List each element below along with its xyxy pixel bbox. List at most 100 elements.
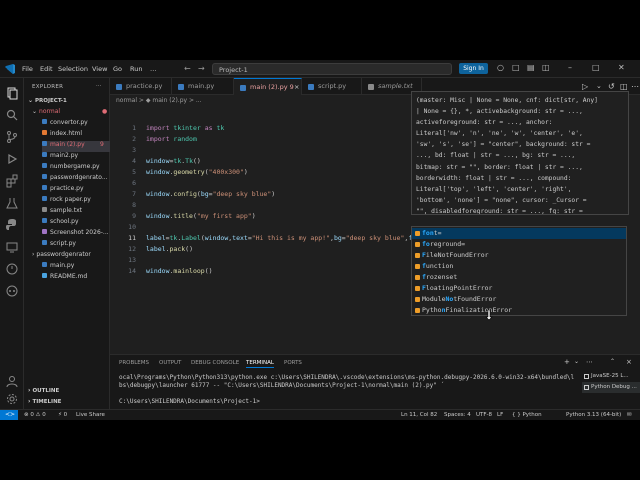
maximize-panel-icon[interactable]: ⌃ [610, 358, 615, 365]
panel-toggle-icon[interactable]: ▤ [527, 63, 535, 72]
file-numbergame[interactable]: numbergame.py [42, 163, 100, 174]
timer-icon[interactable] [5, 262, 19, 276]
problems-status[interactable]: ⊗ 0 ⚠ 0 [24, 412, 46, 418]
back-arrow-icon[interactable]: ← [184, 64, 191, 73]
testing-icon[interactable] [5, 196, 19, 210]
tab-problems[interactable]: PROBLEMS [119, 360, 149, 366]
file-convertor[interactable]: convertor.py [42, 119, 88, 130]
close-panel-icon[interactable]: × [626, 358, 632, 366]
tab-ports[interactable]: PORTS [284, 360, 302, 366]
file-index-html[interactable]: index.html [42, 130, 82, 141]
copilot-icon[interactable] [5, 284, 19, 298]
file-main2[interactable]: main2.py [42, 152, 78, 163]
layout-icon[interactable]: □ [512, 63, 520, 72]
file-main[interactable]: main.py [42, 262, 74, 273]
file-school[interactable]: school.py [42, 218, 79, 229]
file-screenshot[interactable]: Screenshot 2026-... [42, 229, 109, 240]
terminal-java[interactable]: JavaSE-25 L... [582, 371, 640, 382]
eol-status[interactable]: LF [497, 412, 503, 418]
tab-main[interactable]: main.py [172, 78, 234, 95]
file-readme[interactable]: README.md [42, 273, 87, 284]
ports-status[interactable]: ⚡ 0 [58, 412, 67, 418]
code-line[interactable]: import random [146, 135, 197, 143]
suggestion-item[interactable]: font= [412, 228, 626, 239]
tab-main-2[interactable]: main (2).py 9 × [234, 78, 302, 95]
source-control-icon[interactable] [5, 130, 19, 144]
menu-selection[interactable]: Selection [58, 65, 88, 73]
new-terminal-icon[interactable]: + [564, 358, 570, 366]
language-mode[interactable]: { } Python [512, 412, 542, 418]
code-line[interactable]: window.title("my first app") [146, 212, 256, 220]
python-icon[interactable] [5, 218, 19, 232]
code-line[interactable]: window.mainloop() [146, 267, 213, 275]
file-script[interactable]: script.py [42, 240, 76, 251]
file-sample-txt[interactable]: sample.txt [42, 207, 82, 218]
breadcrumb[interactable]: normal > ◆ main (2).py > ... [116, 97, 202, 104]
code-line[interactable]: import tkinter as tk [146, 124, 224, 132]
code-line[interactable]: window.config(bg="deep sky blue") [146, 190, 275, 198]
sidebar-toggle-icon[interactable]: ◫ [542, 63, 550, 72]
more-actions-icon[interactable]: ⋯ [96, 83, 102, 89]
terminal-dropdown-icon[interactable]: ⌄ [574, 358, 579, 365]
project-folder[interactable]: ⌄ PROJECT-1 [28, 97, 67, 108]
folder-normal[interactable]: ⌄ normal ● [32, 108, 110, 119]
indentation-status[interactable]: Spaces: 4 [444, 412, 471, 418]
run-file-icon[interactable]: ▷ [582, 82, 588, 91]
run-dropdown-icon[interactable]: ⌄ [596, 82, 602, 90]
editor-more-icon[interactable]: ⋯ [631, 82, 639, 91]
suggestion-item[interactable]: FileNotFoundError [412, 250, 626, 261]
menu-run[interactable]: Run [130, 65, 142, 73]
remote-indicator[interactable]: ≺≻ [0, 410, 18, 420]
menu-file[interactable]: File [22, 65, 33, 73]
tab-practice[interactable]: practice.py [110, 78, 172, 95]
minimize-icon[interactable]: – [568, 63, 572, 72]
explorer-icon[interactable] [5, 86, 19, 100]
tab-debug-console[interactable]: DEBUG CONSOLE [191, 360, 239, 366]
file-rock-paper[interactable]: rock paper.py [42, 196, 91, 207]
command-center-search[interactable]: Project-1 [212, 63, 452, 75]
file-practice[interactable]: practice.py [42, 185, 84, 196]
menu-go[interactable]: Go [113, 65, 122, 73]
account-circle-icon[interactable] [5, 374, 19, 388]
tab-terminal[interactable]: TERMINAL [246, 360, 274, 368]
suggestion-item[interactable]: FloatingPointError [412, 283, 626, 294]
menu-edit[interactable]: Edit [40, 65, 53, 73]
sign-in-button[interactable]: Sign In [459, 63, 488, 74]
search-icon[interactable] [5, 108, 19, 122]
live-share-status[interactable]: Live Share [76, 412, 105, 418]
tab-close-icon[interactable]: × [294, 79, 299, 96]
folder-passwordgenerator[interactable]: › passwordgenrator [32, 251, 91, 262]
panel-more-icon[interactable]: ⋯ [586, 358, 593, 366]
cursor-position[interactable]: Ln 11, Col 82 [401, 412, 437, 418]
code-line[interactable]: label.pack() [146, 245, 193, 253]
menu-view[interactable]: View [92, 65, 107, 73]
notifications-icon[interactable]: ✉ [627, 412, 632, 418]
split-editor-icon[interactable]: ◫ [620, 82, 628, 91]
encoding-status[interactable]: UTF-8 [476, 412, 492, 418]
terminal-python-debug[interactable]: Python Debug ... [582, 382, 640, 393]
interpreter-status[interactable]: Python 3.13 (64-bit) [566, 412, 621, 418]
menu-more[interactable]: … [150, 65, 157, 73]
run-debug-icon[interactable] [5, 152, 19, 166]
remote-explorer-icon[interactable] [5, 240, 19, 254]
suggestion-item[interactable]: frozenset [412, 272, 626, 283]
extensions-icon[interactable] [5, 174, 19, 188]
close-window-icon[interactable]: ✕ [618, 63, 625, 72]
account-icon[interactable]: ○ [497, 63, 504, 72]
compare-icon[interactable]: ↺ [608, 82, 615, 91]
timeline-section[interactable]: › TIMELINE [28, 398, 61, 409]
file-passwordgenerator[interactable]: passwordgenrato... [42, 174, 108, 185]
maximize-icon[interactable]: □ [592, 63, 600, 72]
settings-gear-icon[interactable] [5, 392, 19, 406]
autocomplete-suggestions[interactable]: font= foreground= FileNotFoundError functio… [411, 226, 627, 316]
tab-script[interactable]: script.py [302, 78, 362, 95]
outline-section[interactable]: › OUTLINE [28, 387, 59, 398]
forward-arrow-icon[interactable]: → [198, 64, 205, 73]
suggestion-item[interactable]: foreground= [412, 239, 626, 250]
suggestion-item[interactable]: ModuleNotFoundError [412, 294, 626, 305]
suggestion-item[interactable]: function [412, 261, 626, 272]
suggestion-item[interactable]: PythonFinalizationError [412, 305, 626, 316]
file-main-2[interactable]: main (2).py 9 [42, 141, 110, 152]
code-line[interactable]: window=tk.Tk() [146, 157, 201, 165]
terminal-output[interactable]: ocal\Programs\Python\Python313\python.ex… [119, 374, 574, 406]
